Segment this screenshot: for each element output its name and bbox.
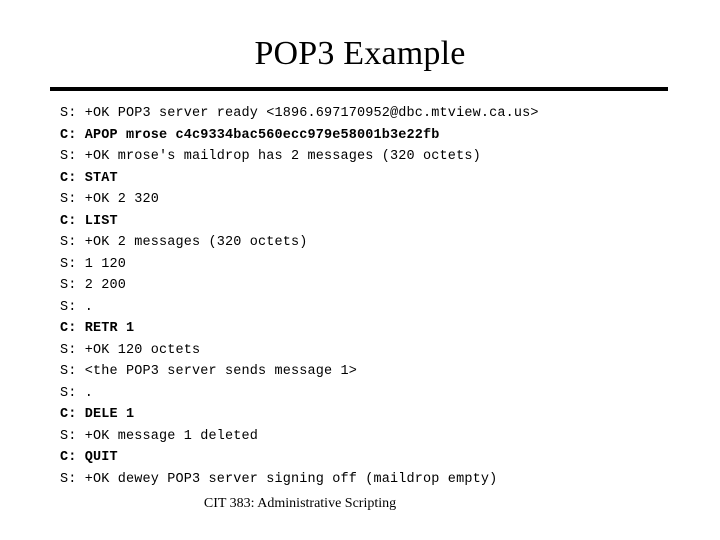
transcript-line: S: . (60, 299, 94, 315)
transcript-line: S: +OK 2 320 (60, 192, 160, 207)
transcript-line: C: RETR 1 (60, 321, 135, 336)
slide: POP3 Example S: +OK POP3 server ready <1… (0, 0, 720, 540)
transcript-line: S: 2 200 (60, 278, 127, 293)
transcript-line: S: 1 120 (60, 256, 127, 272)
transcript-line: S: +OK dewey POP3 server signing off (ma… (60, 471, 498, 487)
transcript-line: S: +OK 2 messages (320 octets) (60, 235, 308, 250)
transcript-line: S: +OK POP3 server ready <1896.697170952… (60, 106, 539, 121)
transcript-line: S: +OK mrose's maildrop has 2 messages (… (60, 149, 481, 164)
transcript-line: C: QUIT (60, 450, 118, 465)
page-title: POP3 Example (254, 35, 466, 72)
transcript-line: C: LIST (60, 213, 118, 229)
transcript-line: C: APOP mrose c4c9334bac560ecc979e58001b… (60, 127, 440, 143)
pop3-transcript: S: +OK POP3 server ready <1896.697170952… (60, 103, 680, 490)
transcript-line: S: <the POP3 server sends message 1> (60, 364, 358, 379)
title-divider (50, 87, 668, 91)
transcript-line: S: +OK message 1 deleted (60, 428, 259, 444)
transcript-line: S: . (60, 385, 94, 401)
transcript-line: C: DELE 1 (60, 407, 135, 422)
transcript-line: S: +OK 120 octets (60, 342, 201, 358)
slide-footer: CIT 383: Administrative Scripting (203, 496, 397, 511)
transcript-line: C: STAT (60, 170, 118, 186)
